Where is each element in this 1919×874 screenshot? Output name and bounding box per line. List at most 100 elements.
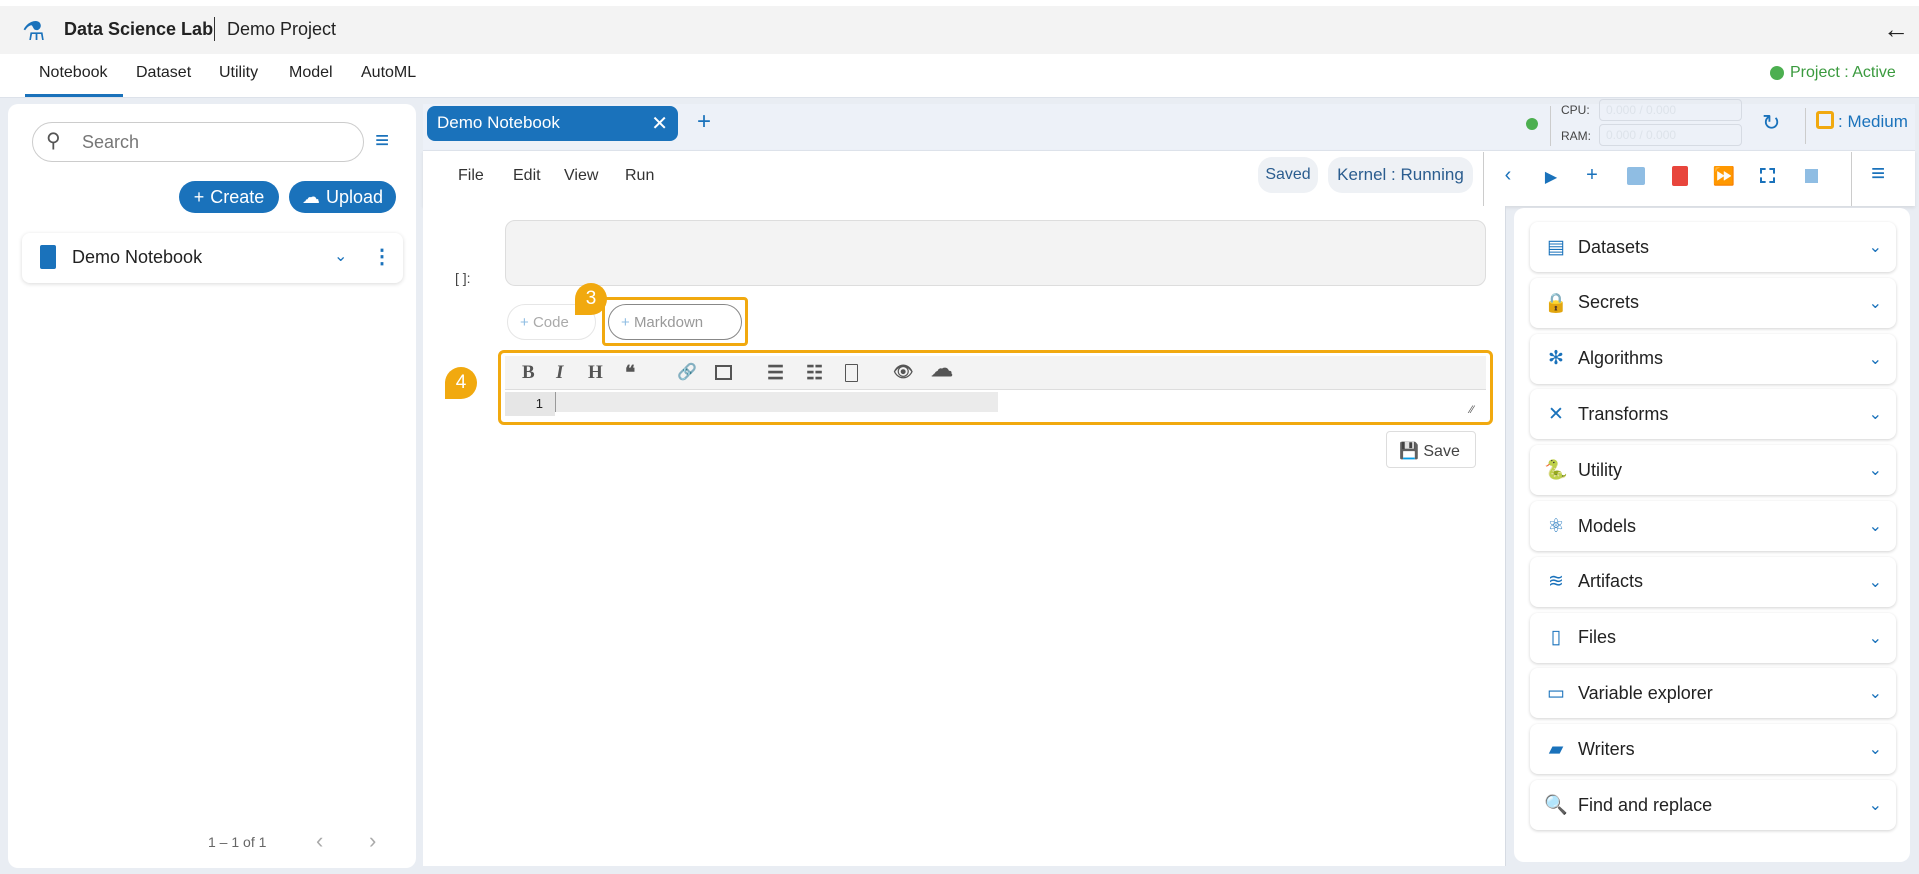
- accordion-label: Secrets: [1578, 292, 1640, 313]
- network-icon: ⚛: [1547, 515, 1565, 537]
- notebook-name: Demo Notebook: [72, 247, 203, 267]
- lock-key-icon: 🔒: [1544, 292, 1568, 314]
- layers-icon: ≋: [1548, 571, 1564, 593]
- save-button[interactable]: 💾 Save: [1386, 431, 1476, 468]
- sidebar: [8, 104, 416, 868]
- add-markdown-button[interactable]: + Markdown: [608, 304, 742, 340]
- compute-size: : Medium: [1838, 112, 1908, 131]
- accordion-secrets[interactable]: 🔒 Secrets ⌄: [1530, 277, 1896, 328]
- accordion-datasets[interactable]: ▤ Datasets ⌄: [1530, 222, 1896, 272]
- code-cell-input[interactable]: [505, 220, 1486, 286]
- more-vert-icon[interactable]: ⋮: [372, 244, 392, 269]
- list-item[interactable]: Demo Notebook ⌄ ⋮: [22, 233, 403, 283]
- preview-toggle-icon[interactable]: 👁: [893, 362, 913, 382]
- play-icon[interactable]: ▶: [1539, 167, 1563, 187]
- accordion-algorithms[interactable]: ✻ Algorithms ⌄: [1530, 333, 1896, 384]
- accordion-label: Writers: [1578, 738, 1635, 759]
- python-icon: 🐍: [1544, 460, 1568, 482]
- tab-notebook[interactable]: Notebook: [39, 64, 108, 82]
- upload-button[interactable]: ☁ Upload: [289, 181, 396, 213]
- chip-icon: [1816, 111, 1834, 129]
- trash-icon[interactable]: [1672, 166, 1688, 186]
- accordion-transforms[interactable]: ✕ Transforms ⌄: [1530, 389, 1896, 440]
- chevron-down-icon: ⌄: [1868, 462, 1882, 480]
- app-title: Data Science Lab: [64, 19, 214, 39]
- chevron-down-icon: ⌄: [1868, 518, 1882, 535]
- menu-edit[interactable]: Edit: [513, 167, 541, 185]
- cloud-upload-icon[interactable]: ☁: [931, 356, 953, 382]
- close-icon[interactable]: ✕: [651, 111, 668, 136]
- accordion-variable-explorer[interactable]: ▭ Variable explorer ⌄: [1530, 668, 1896, 719]
- accordion-utility[interactable]: 🐍 Utility ⌄: [1530, 445, 1896, 496]
- menu-view[interactable]: View: [564, 167, 598, 185]
- chevron-left-icon[interactable]: ‹: [1496, 164, 1520, 187]
- tab-model[interactable]: Model: [289, 64, 333, 82]
- step-badge: 4: [445, 367, 477, 399]
- quote-icon[interactable]: ❝: [625, 362, 635, 385]
- prev-page-icon[interactable]: ‹: [316, 828, 323, 854]
- accordion-label: Datasets: [1578, 236, 1650, 257]
- save-icon[interactable]: [1627, 167, 1645, 185]
- divider: [214, 17, 215, 41]
- accordion-label: Transforms: [1578, 403, 1669, 424]
- resize-handle-icon[interactable]: ⁄⁄: [1470, 404, 1474, 416]
- accordion-models[interactable]: ⚛ Models ⌄: [1530, 501, 1896, 551]
- link-icon[interactable]: 🔗: [677, 362, 697, 382]
- divider: [1550, 106, 1551, 146]
- refresh-icon[interactable]: ↻: [1762, 110, 1780, 136]
- menu-run[interactable]: Run: [625, 167, 654, 185]
- markdown-editor[interactable]: [555, 392, 998, 412]
- stop-icon[interactable]: [1805, 169, 1818, 183]
- add-cell-icon[interactable]: +: [1580, 164, 1604, 187]
- cpu-label: CPU:: [1561, 103, 1590, 117]
- saved-status: Saved: [1258, 157, 1318, 193]
- image-icon[interactable]: [715, 365, 732, 380]
- divider: [1483, 152, 1484, 206]
- chevron-down-icon: ⌄: [1868, 685, 1882, 703]
- bold-icon[interactable]: B: [522, 362, 535, 384]
- menu-icon[interactable]: ≡: [1866, 160, 1890, 188]
- divider: [1851, 152, 1852, 206]
- kernel-status-dot-icon: [1526, 118, 1538, 130]
- accordion-label: Files: [1578, 627, 1617, 648]
- database-icon: ▤: [1547, 236, 1565, 258]
- accordion-find-and-replace[interactable]: 🔍 Find and replace ⌄: [1530, 780, 1896, 830]
- italic-icon[interactable]: I: [556, 362, 563, 384]
- tab-automl[interactable]: AutoML: [361, 64, 416, 82]
- bullet-list-icon[interactable]: ☰: [767, 362, 784, 385]
- numbered-list-icon[interactable]: ☷: [806, 362, 823, 385]
- cell-prompt: [ ]:: [455, 270, 471, 286]
- ram-label: RAM:: [1561, 129, 1591, 143]
- chevron-down-icon[interactable]: ⌄: [334, 246, 347, 266]
- tab-dataset[interactable]: Dataset: [136, 64, 191, 82]
- accordion-label: Algorithms: [1578, 348, 1664, 369]
- accordion-files[interactable]: ▯ Files ⌄: [1530, 612, 1896, 663]
- menu-icon[interactable]: ≡: [375, 127, 389, 155]
- chevron-down-icon: ⌄: [1868, 406, 1882, 424]
- heading-icon[interactable]: H: [588, 362, 603, 384]
- menu-file[interactable]: File: [458, 167, 484, 185]
- fullscreen-icon[interactable]: [1760, 168, 1775, 183]
- run-all-icon[interactable]: ⏩: [1712, 166, 1736, 187]
- add-markdown-label: Markdown: [633, 314, 704, 331]
- shuffle-icon: ✕: [1548, 403, 1564, 425]
- cloud-upload-icon: ☁: [301, 186, 320, 207]
- plus-icon: +: [520, 314, 533, 331]
- tab-demo-notebook[interactable]: Demo Notebook ✕: [427, 106, 678, 141]
- accordion-label: Models: [1578, 515, 1637, 536]
- plus-icon: +: [621, 314, 634, 331]
- kernel-status: Kernel : Running: [1328, 157, 1473, 193]
- writer-icon: ▰: [1548, 738, 1564, 760]
- arrow-left-icon[interactable]: ←: [1883, 14, 1909, 45]
- divider: [1805, 108, 1806, 144]
- code-file-icon[interactable]: [845, 364, 858, 382]
- markdown-toolbar: [505, 356, 1486, 390]
- plus-icon: +: [193, 186, 205, 207]
- next-page-icon[interactable]: ›: [369, 828, 376, 854]
- accordion-artifacts[interactable]: ≋ Artifacts ⌄: [1530, 556, 1896, 607]
- tab-label: Demo Notebook: [437, 113, 560, 132]
- tab-utility[interactable]: Utility: [219, 64, 258, 82]
- create-button[interactable]: + Create: [179, 181, 279, 213]
- add-tab-icon[interactable]: +: [697, 108, 711, 136]
- accordion-writers[interactable]: ▰ Writers ⌄: [1530, 724, 1896, 775]
